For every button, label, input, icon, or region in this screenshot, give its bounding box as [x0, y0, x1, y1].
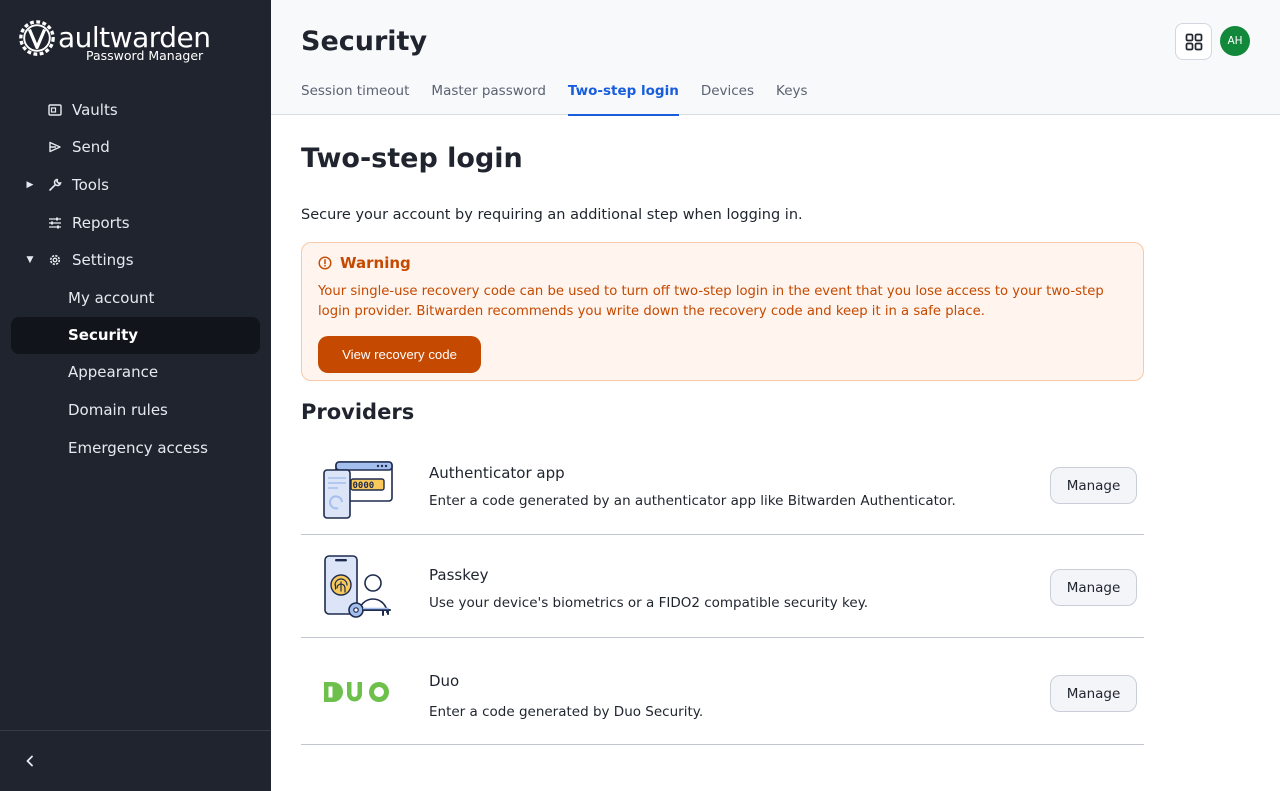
sidebar-item-tools[interactable]: ▶ Tools	[0, 166, 271, 204]
product-switcher-button[interactable]	[1175, 23, 1212, 60]
tab-two-step-login[interactable]: Two-step login	[567, 80, 679, 116]
tab-devices[interactable]: Devices	[701, 80, 754, 115]
intro-text: Secure your account by requiring an addi…	[301, 207, 803, 223]
grid-icon	[1185, 33, 1202, 50]
manage-authenticator-button[interactable]: Manage	[1050, 467, 1137, 504]
sidebar-item-label: Domain rules	[68, 400, 168, 419]
provider-description: Enter a code generated by Duo Security.	[429, 704, 704, 720]
provider-description: Use your device's biometrics or a FIDO2 …	[429, 595, 869, 611]
svg-text:0000: 0000	[353, 481, 375, 491]
provider-authenticator-app: 0000 Authenticator app Enter a code gene…	[301, 433, 1144, 535]
warning-text: Your single-use recovery code can be use…	[318, 284, 1104, 319]
sidebar-item-security[interactable]: Security	[11, 316, 260, 354]
sidebar-item-send[interactable]: Send	[0, 129, 271, 167]
wrench-icon	[47, 177, 63, 193]
avatar[interactable]: AH	[1220, 26, 1250, 56]
passkey-illustration	[324, 555, 391, 618]
sidebar-item-settings[interactable]: ▼ Settings	[0, 241, 271, 279]
sidebar-item-label: Emergency access	[68, 438, 208, 457]
collapse-sidebar-button[interactable]	[20, 751, 40, 771]
security-tabs: Session timeout Master password Two-step…	[301, 80, 830, 116]
sidebar-item-label: Appearance	[68, 363, 159, 382]
sidebar-item-my-account[interactable]: My account	[0, 279, 271, 317]
sidebar-item-label: Settings	[72, 251, 134, 270]
send-icon	[47, 139, 63, 155]
caret-down-icon[interactable]: ▼	[24, 255, 36, 265]
chevron-left-icon	[26, 755, 33, 767]
sliders-icon	[47, 215, 63, 231]
sidebar-item-appearance[interactable]: Appearance	[0, 354, 271, 392]
sidebar-item-emergency-access[interactable]: Emergency access	[0, 429, 271, 467]
sidebar-item-domain-rules[interactable]: Domain rules	[0, 391, 271, 429]
provider-name: Duo	[429, 672, 460, 690]
manage-duo-button[interactable]: Manage	[1050, 675, 1137, 712]
authenticator-app-illustration: 0000	[323, 461, 393, 519]
provider-passkey: Passkey Use your device's biometrics or …	[301, 535, 1144, 638]
gear-icon	[47, 252, 63, 268]
tab-session-timeout[interactable]: Session timeout	[301, 80, 409, 115]
sidebar: aultwarden Password Manager Vaults Send …	[0, 0, 271, 791]
sidebar-item-label: My account	[68, 288, 155, 307]
sidebar-item-label: Tools	[72, 175, 109, 194]
sidebar-footer	[0, 730, 271, 791]
page-header: Security AH Session timeout Master passw…	[271, 0, 1280, 116]
sidebar-item-vaults[interactable]: Vaults	[0, 91, 271, 129]
sidebar-item-label: Reports	[72, 213, 130, 232]
view-recovery-code-button[interactable]: View recovery code	[318, 336, 481, 373]
provider-duo: Duo Enter a code generated by Duo Securi…	[301, 638, 1144, 745]
provider-name: Authenticator app	[429, 464, 565, 482]
brand-subtitle: Password Manager	[86, 48, 204, 63]
provider-description: Enter a code generated by an authenticat…	[429, 493, 956, 509]
vaultwarden-logo-icon	[19, 20, 55, 56]
sidebar-item-reports[interactable]: Reports	[0, 204, 271, 242]
sidebar-item-label: Vaults	[72, 100, 118, 119]
recovery-warning-callout: Warning Your single-use recovery code ca…	[301, 242, 1144, 381]
page-title: Security	[301, 26, 428, 57]
provider-name: Passkey	[429, 566, 489, 584]
manage-passkey-button[interactable]: Manage	[1050, 569, 1137, 606]
caret-right-icon[interactable]: ▶	[24, 180, 36, 190]
tab-master-password[interactable]: Master password	[431, 80, 546, 115]
sidebar-item-label: Send	[72, 138, 110, 157]
warning-heading: Warning	[318, 254, 411, 272]
tab-keys[interactable]: Keys	[776, 80, 808, 115]
providers-title: Providers	[301, 400, 415, 424]
sidebar-item-label: Security	[68, 326, 139, 345]
section-title: Two-step login	[301, 143, 523, 174]
warning-circle-icon	[318, 256, 332, 270]
duo-logo-icon	[324, 682, 389, 702]
vaultwarden-logo[interactable]: aultwarden Password Manager	[18, 18, 218, 68]
warning-title: Warning	[340, 254, 411, 272]
vault-icon	[47, 102, 63, 118]
sidebar-nav: Vaults Send ▶ Tools Reports ▼ Settings M…	[0, 91, 271, 466]
